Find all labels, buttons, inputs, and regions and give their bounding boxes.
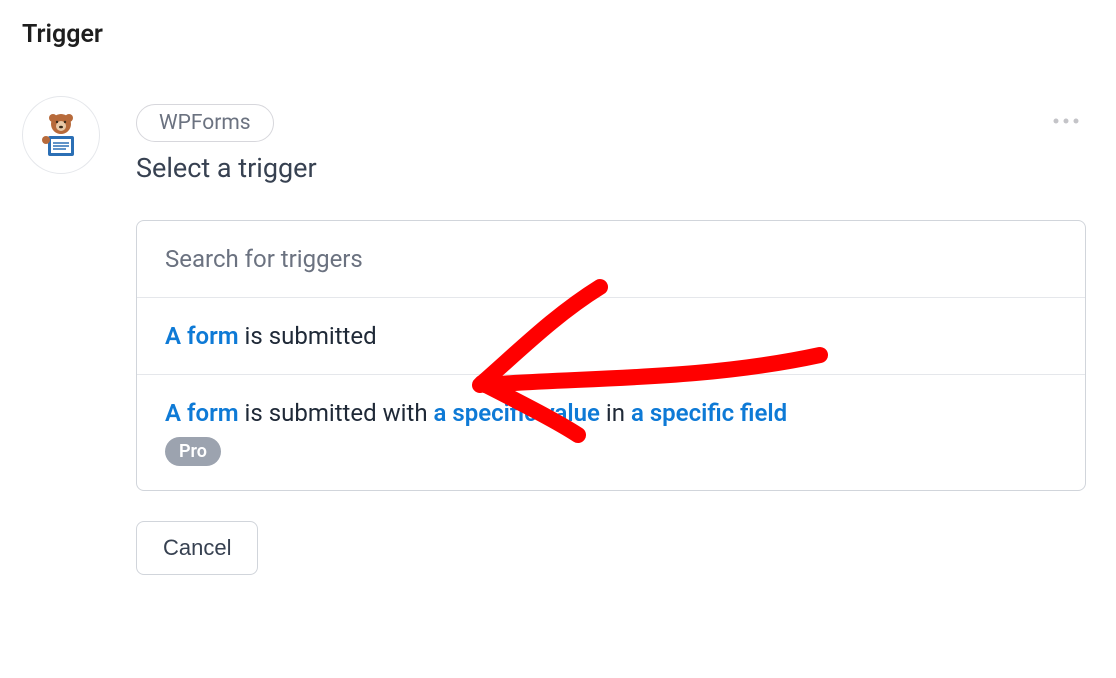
option-text-part: in <box>600 399 631 427</box>
integration-chip[interactable]: WPForms <box>136 104 274 142</box>
option-text-part: a specific value <box>434 399 600 427</box>
search-input[interactable]: Search for triggers <box>137 221 1085 298</box>
option-text-part: A form <box>165 322 239 350</box>
more-menu-icon[interactable] <box>1052 110 1080 129</box>
trigger-option-0[interactable]: A form is submitted <box>137 298 1085 375</box>
wpforms-icon <box>33 107 89 163</box>
cancel-button[interactable]: Cancel <box>136 521 258 575</box>
trigger-row: WPForms Select a trigger Search for trig… <box>22 104 1094 575</box>
trigger-content: WPForms Select a trigger Search for trig… <box>136 104 1094 575</box>
trigger-option-1[interactable]: A form is submitted with a specific valu… <box>137 375 1085 490</box>
page-title: Trigger <box>22 20 1094 49</box>
option-text-part: is submitted <box>239 322 377 350</box>
option-text-part: a specific field <box>631 399 787 427</box>
option-text-part: A form <box>165 399 239 427</box>
option-text-part: is submitted with <box>239 399 434 427</box>
section-title: Select a trigger <box>136 152 1086 184</box>
trigger-dropdown: Search for triggers A form is submittedA… <box>136 220 1086 491</box>
integration-avatar <box>22 96 100 174</box>
header-row: WPForms <box>136 104 1086 142</box>
pro-badge: Pro <box>165 437 221 466</box>
